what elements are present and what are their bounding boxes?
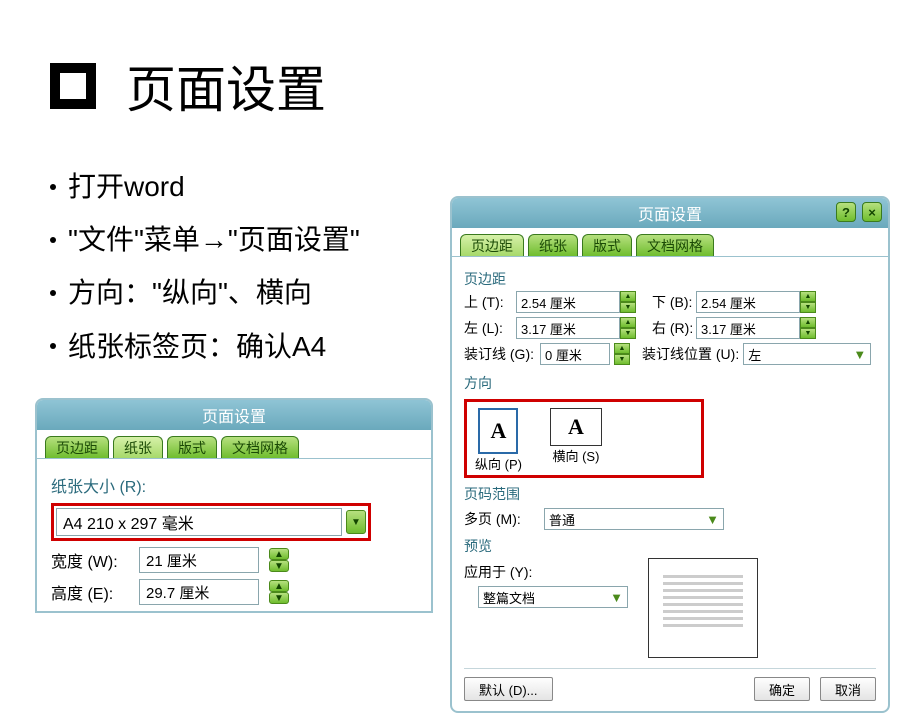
default-button[interactable]: 默认 (D)...: [464, 677, 553, 701]
tab-paper[interactable]: 纸张: [113, 436, 163, 458]
dropdown-icon: ▼: [706, 512, 719, 527]
dialog-title: 页面设置: [638, 201, 702, 225]
right-field[interactable]: 3.17 厘米: [696, 317, 800, 339]
width-label: 宽度 (W):: [51, 548, 129, 572]
bullet-dot-icon: [50, 290, 56, 296]
top-field[interactable]: 2.54 厘米: [516, 291, 620, 313]
title-bullet-icon: [50, 63, 96, 109]
right-spinner[interactable]: ▲▼: [800, 317, 816, 339]
bullet-3: 方向："纵向"、横向: [68, 266, 312, 319]
multipage-label: 多页 (M):: [464, 509, 536, 529]
bottom-spinner[interactable]: ▲▼: [800, 291, 816, 313]
top-spinner[interactable]: ▲▼: [620, 291, 636, 313]
apply-to-select[interactable]: 整篇文档 ▼: [478, 586, 628, 608]
page-setup-dialog-small: 页面设置 页边距 纸张 版式 文档网格 纸张大小 (R): A4 210 x 2…: [35, 398, 433, 613]
orientation-portrait[interactable]: A 纵向 (P): [475, 408, 522, 473]
slide-title: 页面设置: [50, 50, 326, 122]
title-text: 页面设置: [126, 50, 326, 122]
page-setup-dialog-large: 页面设置 ? × 页边距 纸张 版式 文档网格 页边距 上 (T): 2.54 …: [450, 196, 890, 713]
tab-docgrid[interactable]: 文档网格: [221, 436, 299, 458]
gutter-spinner[interactable]: ▲▼: [614, 343, 630, 365]
ok-button[interactable]: 确定: [754, 677, 810, 701]
bottom-label: 下 (B):: [638, 292, 696, 312]
gutter-label: 装订线 (G):: [464, 344, 536, 364]
dropdown-icon: ▼: [853, 347, 866, 362]
bullet-1: 打开word: [68, 160, 185, 213]
tab-layout[interactable]: 版式: [582, 234, 632, 256]
dropdown-icon[interactable]: ▼: [346, 510, 366, 534]
tab-strip: 页边距 纸张 版式 文档网格: [37, 430, 431, 459]
page-preview-icon: [648, 558, 758, 658]
paper-size-highlight: A4 210 x 297 毫米 ▼: [51, 503, 371, 541]
gutter-field[interactable]: 0 厘米: [540, 343, 610, 365]
tab-docgrid[interactable]: 文档网格: [636, 234, 714, 256]
margins-section-title: 页边距: [464, 269, 876, 289]
height-field[interactable]: 29.7 厘米: [139, 579, 259, 605]
bullet-2: "文件"菜单→"页面设置": [68, 213, 360, 266]
width-field[interactable]: 21 厘米: [139, 547, 259, 573]
bullet-dot-icon: [50, 237, 56, 243]
gutter-pos-select[interactable]: 左 ▼: [743, 343, 871, 365]
paper-size-label: 纸张大小 (R):: [51, 473, 417, 497]
tab-margins[interactable]: 页边距: [45, 436, 109, 458]
gutter-pos-label: 装订线位置 (U):: [634, 344, 739, 364]
multipage-select[interactable]: 普通 ▼: [544, 508, 724, 530]
dialog-titlebar: 页面设置: [37, 400, 431, 430]
top-label: 上 (T):: [464, 292, 516, 312]
portrait-label: 纵向 (P): [475, 454, 522, 473]
bullet-list: 打开word "文件"菜单→"页面设置" 方向："纵向"、横向 纸张标签页：确认…: [50, 160, 360, 373]
right-label: 右 (R):: [638, 318, 696, 338]
dialog-title: 页面设置: [202, 403, 266, 427]
left-label: 左 (L):: [464, 318, 516, 338]
paper-size-value: A4 210 x 297 毫米: [63, 510, 194, 534]
paper-size-combo[interactable]: A4 210 x 297 毫米: [56, 508, 342, 536]
dialog-titlebar: 页面设置 ? ×: [452, 198, 888, 228]
help-icon[interactable]: ?: [836, 202, 856, 222]
close-icon[interactable]: ×: [862, 202, 882, 222]
bottom-field[interactable]: 2.54 厘米: [696, 291, 800, 313]
tab-layout[interactable]: 版式: [167, 436, 217, 458]
pages-section-title: 页码范围: [464, 484, 876, 504]
portrait-icon: A: [478, 408, 518, 454]
tab-paper[interactable]: 纸张: [528, 234, 578, 256]
landscape-label: 横向 (S): [552, 446, 599, 465]
preview-section-title: 预览: [464, 536, 876, 556]
left-spinner[interactable]: ▲▼: [620, 317, 636, 339]
bullet-4: 纸张标签页：确认A4: [68, 320, 326, 373]
apply-to-label: 应用于 (Y):: [464, 562, 536, 582]
orientation-landscape[interactable]: A 横向 (S): [550, 408, 602, 465]
bullet-dot-icon: [50, 184, 56, 190]
landscape-icon: A: [550, 408, 602, 446]
width-spinner[interactable]: ▲▼: [269, 548, 289, 572]
left-field[interactable]: 3.17 厘米: [516, 317, 620, 339]
cancel-button[interactable]: 取消: [820, 677, 876, 701]
orientation-section-title: 方向: [464, 373, 876, 393]
orientation-highlight: A 纵向 (P) A 横向 (S): [464, 399, 704, 478]
dropdown-icon: ▼: [610, 590, 623, 605]
tab-margins[interactable]: 页边距: [460, 234, 524, 256]
tab-strip: 页边距 纸张 版式 文档网格: [452, 228, 888, 257]
height-label: 高度 (E):: [51, 580, 129, 604]
height-spinner[interactable]: ▲▼: [269, 580, 289, 604]
bullet-dot-icon: [50, 343, 56, 349]
